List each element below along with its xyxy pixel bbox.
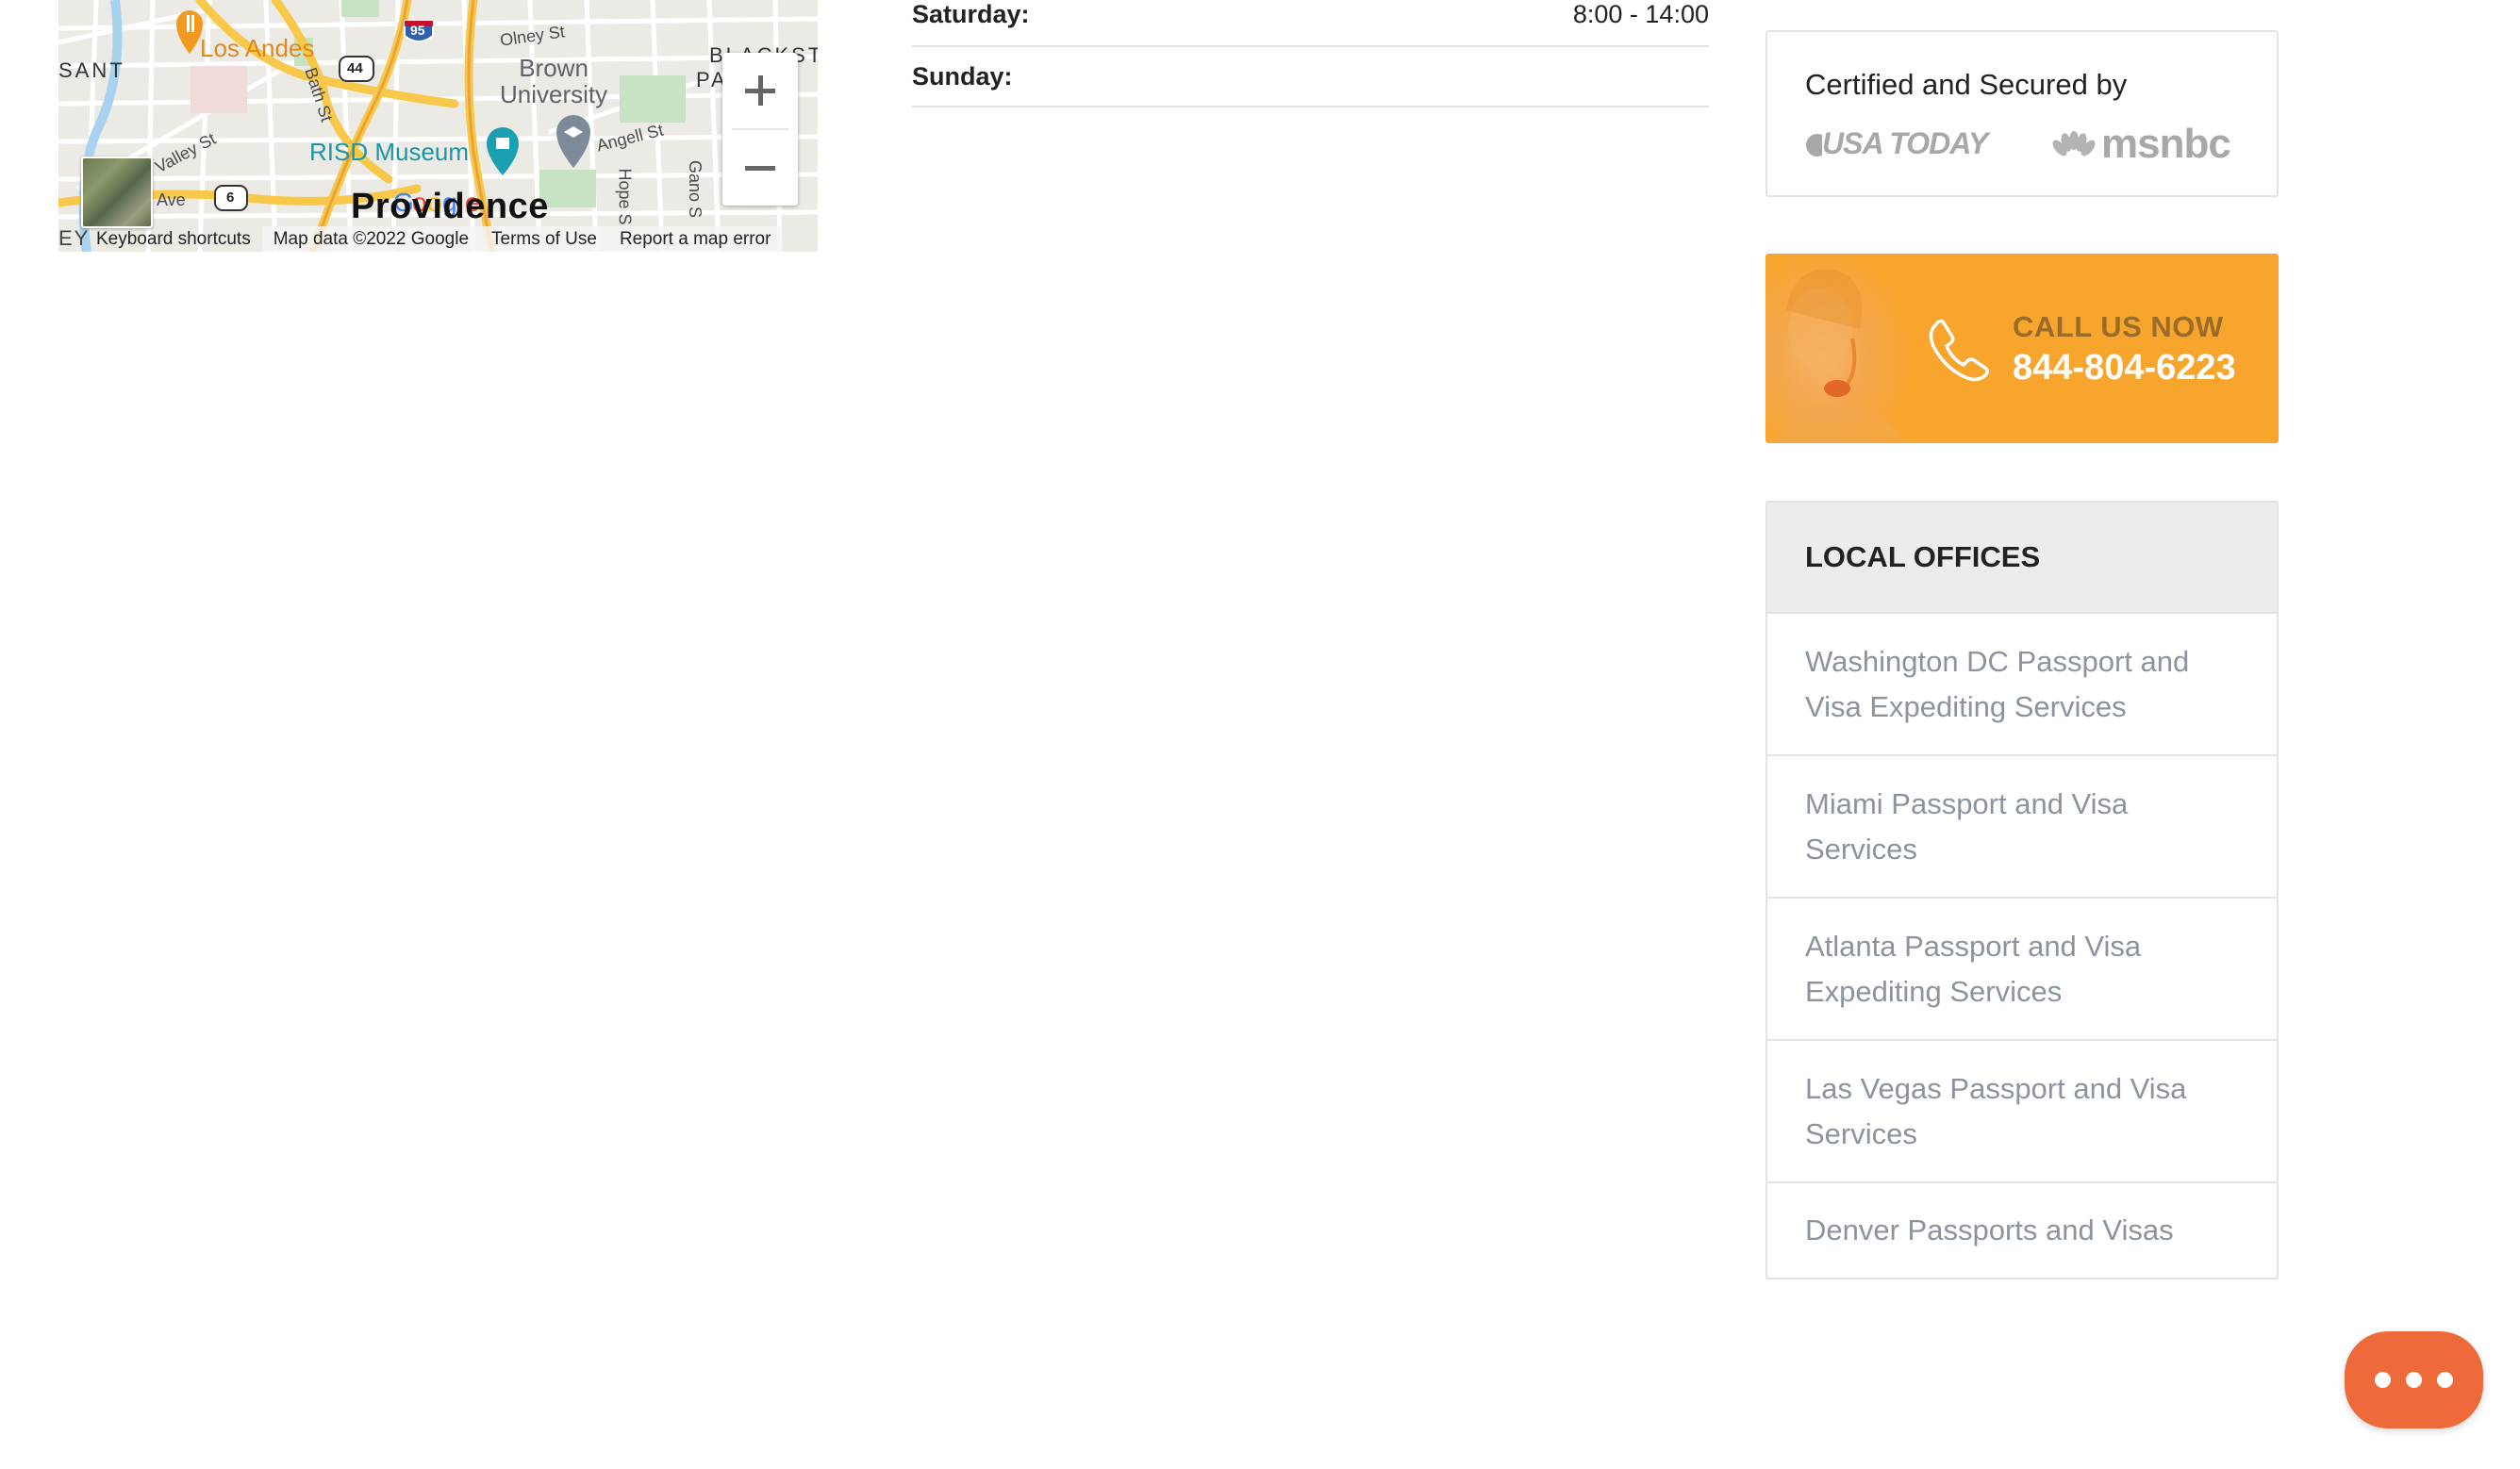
shield-label-6: 6 (226, 190, 235, 206)
hours-day: Sunday: (912, 61, 1013, 91)
msnbc-logo-text: msnbc (2101, 121, 2231, 167)
zoom-controls (722, 53, 798, 206)
local-offices-panel: LOCAL OFFICES Washington DC Passport and… (1766, 501, 2279, 1279)
support-agent-image (1766, 254, 1907, 443)
map-label-gano: Gano S (686, 159, 705, 219)
office-link-miami[interactable]: Miami Passport and Visa Services (1767, 756, 2277, 899)
map-label-ey: EY (58, 226, 91, 250)
usa-today-logo: USA TODAY (1805, 126, 1988, 161)
certified-box: Certified and Secured by USA TODAY msnbc (1766, 30, 2279, 197)
map-label-hope: Hope S (615, 168, 635, 225)
hours-row-saturday: Saturday: 8:00 - 14:00 (912, 0, 1709, 47)
peacock-icon (2052, 131, 2096, 157)
hours-day: Saturday: (912, 0, 1030, 28)
zoom-out-button[interactable] (722, 130, 798, 206)
page: G o o g l e Los Andes Olney St Brown Uni… (0, 0, 2520, 1469)
satellite-toggle-button[interactable] (81, 157, 153, 228)
phone-icon (1929, 319, 1990, 382)
usa-today-dot-icon (1806, 133, 1822, 157)
map-label-ant: SANT (58, 58, 125, 82)
map-label-brown-university[interactable]: Brown University (500, 55, 607, 107)
terms-of-use-link[interactable]: Terms of Use (480, 226, 608, 252)
office-link-denver[interactable]: Denver Passports and Visas (1767, 1183, 2277, 1278)
map-label-providence: Providence (351, 187, 549, 226)
call-us-banner[interactable]: CALL US NOW 844-804-6223 (1766, 254, 2279, 443)
report-map-error-link[interactable]: Report a map error (607, 226, 783, 252)
chat-dot-icon (2375, 1372, 2391, 1388)
chat-dot-icon (2406, 1372, 2422, 1388)
phone-number[interactable]: 844-804-6223 (2013, 348, 2236, 388)
certified-title: Certified and Secured by (1805, 68, 2128, 101)
hours-time: 8:00 - 14:00 (1572, 0, 1709, 28)
office-link-las-vegas[interactable]: Las Vegas Passport and Visa Services (1767, 1041, 2277, 1183)
agent-headset-icon (1775, 269, 1907, 443)
local-offices-title: LOCAL OFFICES (1767, 503, 2277, 614)
map-data-attribution: Map data ©2022 Google (261, 226, 481, 252)
shield-label-95: 95 (410, 23, 425, 38)
plus-icon (745, 75, 775, 106)
hours-row-sunday: Sunday: (912, 47, 1709, 107)
zoom-in-button[interactable] (722, 53, 798, 128)
office-link-atlanta[interactable]: Atlanta Passport and Visa Expediting Ser… (1767, 899, 2277, 1041)
usa-today-logo-text: USA TODAY (1822, 126, 1988, 160)
call-us-label: CALL US NOW (2013, 310, 2224, 343)
msnbc-logo: msnbc (2050, 121, 2231, 168)
map-footer: EY Keyboard shortcuts Map data ©2022 Goo… (58, 226, 818, 252)
map-label-los-andes[interactable]: Los Andes (200, 34, 314, 63)
minus-icon (745, 166, 775, 171)
office-link-washington[interactable]: Washington DC Passport and Visa Expediti… (1767, 614, 2277, 756)
opening-hours: Saturday: 8:00 - 14:00 Sunday: (912, 0, 1709, 107)
chat-dot-icon (2437, 1372, 2453, 1388)
map-label-ave: Ave (157, 190, 186, 209)
shield-label-44: 44 (347, 60, 363, 76)
google-map[interactable]: G o o g l e Los Andes Olney St Brown Uni… (58, 0, 818, 252)
chat-button[interactable] (2345, 1331, 2483, 1428)
map-label-risd-museum[interactable]: RISD Museum (309, 138, 469, 167)
